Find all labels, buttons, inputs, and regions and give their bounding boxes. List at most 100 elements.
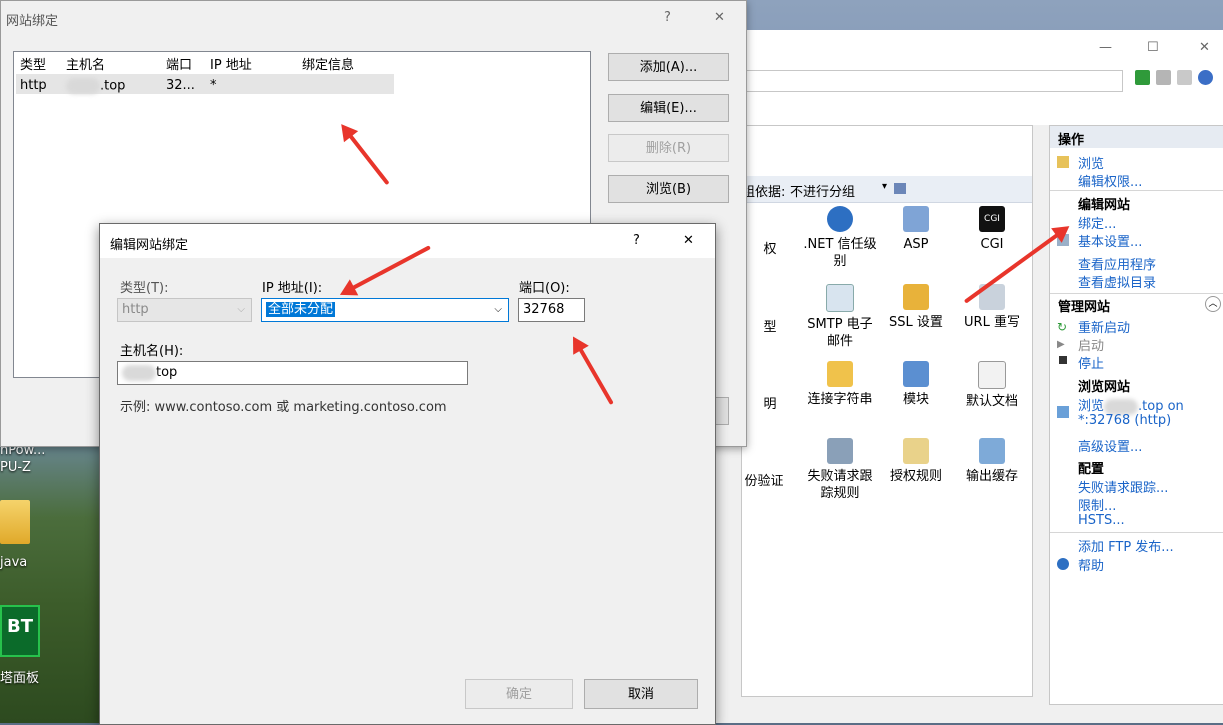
section-manage-site: 管理网站 xyxy=(1058,300,1111,315)
cell-ip: * xyxy=(210,78,217,93)
column-header[interactable]: 类型 xyxy=(20,54,46,74)
port-label: 端口(O): xyxy=(519,281,570,296)
action-view-apps[interactable]: 查看应用程序 xyxy=(1078,254,1156,273)
cell-host: .top xyxy=(66,78,125,94)
home-icon[interactable] xyxy=(1177,70,1192,85)
cgi-icon: CGI xyxy=(979,206,1005,232)
browse-button[interactable]: 浏览(B) xyxy=(608,175,729,203)
help-button[interactable]: ? xyxy=(664,10,671,25)
action-bindings[interactable]: 绑定... xyxy=(1078,213,1116,232)
feature-net-trust[interactable]: .NET 信任级别 xyxy=(802,206,878,270)
action-limits[interactable]: 限制... xyxy=(1078,495,1116,514)
feature-authorization[interactable]: 授权规则 xyxy=(878,438,954,485)
column-header[interactable]: IP 地址 xyxy=(210,54,252,74)
minimize-button[interactable]: — xyxy=(1099,40,1112,55)
view-mode-icon[interactable] xyxy=(894,183,906,194)
net-trust-icon xyxy=(827,206,853,232)
group-by-select[interactable]: 不进行分组 xyxy=(790,181,855,200)
feature-asp[interactable]: ASP xyxy=(878,206,954,253)
stop-icon xyxy=(1059,356,1067,364)
action-basic-settings[interactable]: 基本设置... xyxy=(1078,231,1142,250)
close-button[interactable]: ✕ xyxy=(714,10,725,25)
feature-url-rewrite[interactable]: URL 重写 xyxy=(954,284,1030,331)
group-by-bar: 组依据: 不进行分组 ▾ xyxy=(742,176,1032,203)
column-header[interactable]: 主机名 xyxy=(66,54,105,74)
remove-button[interactable]: 删除(R) xyxy=(608,134,729,162)
cell-port: 32... xyxy=(166,78,195,93)
actions-pane: 操作 浏览 编辑权限... 编辑网站 绑定... 基本设置... 查看应用程序 … xyxy=(1049,125,1223,705)
start-icon: ▶ xyxy=(1057,339,1065,350)
globe-icon xyxy=(1057,406,1069,418)
feature-authentication[interactable]: 份验证 xyxy=(726,473,802,490)
go-icon[interactable] xyxy=(1135,70,1150,85)
iis-manager-window: — ☐ ✕ 组依据: 不进行分组 ▾ 权 .NET 信任级别 ASP CGI C… xyxy=(700,30,1223,723)
hostname-label: 主机名(H): xyxy=(120,344,184,359)
close-button[interactable]: ✕ xyxy=(683,233,694,248)
address-bar[interactable] xyxy=(701,70,1123,92)
dialog-title: 网站绑定 xyxy=(6,14,59,29)
feature-output-cache[interactable]: 输出缓存 xyxy=(954,438,1030,485)
desktop-item-label[interactable]: 塔面板 xyxy=(0,667,39,686)
divider xyxy=(1050,532,1223,533)
features-view: 组依据: 不进行分组 ▾ 权 .NET 信任级别 ASP CGI CGI 型 S… xyxy=(741,125,1033,697)
iis-body: 组依据: 不进行分组 ▾ 权 .NET 信任级别 ASP CGI CGI 型 S… xyxy=(701,125,1223,723)
feature-modules[interactable]: 模块 xyxy=(878,361,954,408)
chevron-down-icon[interactable]: ▾ xyxy=(882,181,887,192)
help-icon xyxy=(1057,558,1069,570)
action-edit-permissions[interactable]: 编辑权限... xyxy=(1078,171,1142,190)
column-header[interactable]: 绑定信息 xyxy=(302,54,354,74)
action-hsts[interactable]: HSTS... xyxy=(1078,513,1125,528)
actions-header: 操作 xyxy=(1058,133,1085,148)
chevron-down-icon: ⌵ xyxy=(237,304,245,315)
feature-default-doc[interactable]: 默认文档 xyxy=(954,361,1030,410)
edit-dialog-titlebar: 编辑网站绑定 ? ✕ xyxy=(100,224,715,258)
help-button[interactable]: ? xyxy=(633,233,640,248)
action-advanced-settings[interactable]: 高级设置... xyxy=(1078,436,1142,455)
add-button[interactable]: 添加(A)... xyxy=(608,53,729,81)
collapse-icon[interactable]: ︿ xyxy=(1205,296,1221,312)
stop-icon[interactable] xyxy=(1156,70,1171,85)
feature-ssl[interactable]: SSL 设置 xyxy=(878,284,954,331)
close-dialog-button[interactable] xyxy=(715,397,729,425)
action-add-ftp[interactable]: 添加 FTP 发布... xyxy=(1078,536,1174,555)
feature-failed-request[interactable]: 失败请求跟踪规则 xyxy=(802,438,878,502)
maximize-button[interactable]: ☐ xyxy=(1147,40,1159,55)
smtp-icon xyxy=(826,284,854,312)
section-config: 配置 xyxy=(1078,462,1105,477)
action-browse[interactable]: 浏览 xyxy=(1078,153,1104,172)
ok-button[interactable]: 确定 xyxy=(465,679,573,709)
restart-icon: ↻ xyxy=(1057,320,1068,334)
action-browse-link[interactable]: 浏览 .top on xyxy=(1078,395,1184,415)
folder-icon[interactable] xyxy=(0,500,30,544)
feature-smtp[interactable]: SMTP 电子邮件 xyxy=(802,284,878,350)
desktop-item-label[interactable]: PU-Z xyxy=(0,460,31,475)
action-start[interactable]: 启动 xyxy=(1078,335,1104,354)
hostname-input[interactable]: top xyxy=(117,361,468,385)
cell-type: http xyxy=(20,78,47,93)
modules-icon xyxy=(903,361,929,387)
connection-string-icon xyxy=(827,361,853,387)
action-help[interactable]: 帮助 xyxy=(1078,555,1104,574)
column-header[interactable]: 端口 xyxy=(166,54,192,74)
close-button[interactable]: ✕ xyxy=(1199,40,1210,55)
divider xyxy=(1050,190,1223,191)
bt-panel-icon[interactable]: BT xyxy=(0,605,40,657)
feature-connection-strings[interactable]: 连接字符串 xyxy=(802,361,878,408)
ip-address-select[interactable]: 全部未分配 ⌵ xyxy=(261,298,509,322)
edit-button[interactable]: 编辑(E)... xyxy=(608,94,729,122)
action-stop[interactable]: 停止 xyxy=(1078,353,1104,372)
action-restart[interactable]: 重新启动 xyxy=(1078,317,1130,336)
section-edit-site: 编辑网站 xyxy=(1078,198,1131,213)
action-browse-link-port[interactable]: *:32768 (http) xyxy=(1078,413,1171,428)
iis-titlebar: — ☐ ✕ xyxy=(701,30,1223,66)
help-icon[interactable] xyxy=(1198,70,1213,85)
output-cache-icon xyxy=(979,438,1005,464)
type-select[interactable]: http ⌵ xyxy=(117,298,252,322)
action-view-vdirs[interactable]: 查看虚拟目录 xyxy=(1078,272,1156,291)
desktop-item-label[interactable]: java xyxy=(0,555,27,570)
example-text: 示例: www.contoso.com 或 marketing.contoso.… xyxy=(120,400,447,415)
feature-cgi[interactable]: CGI CGI xyxy=(954,206,1030,253)
cancel-button[interactable]: 取消 xyxy=(584,679,698,709)
port-input[interactable]: 32768 xyxy=(518,298,585,322)
action-failed-trace[interactable]: 失败请求跟踪... xyxy=(1078,477,1168,496)
